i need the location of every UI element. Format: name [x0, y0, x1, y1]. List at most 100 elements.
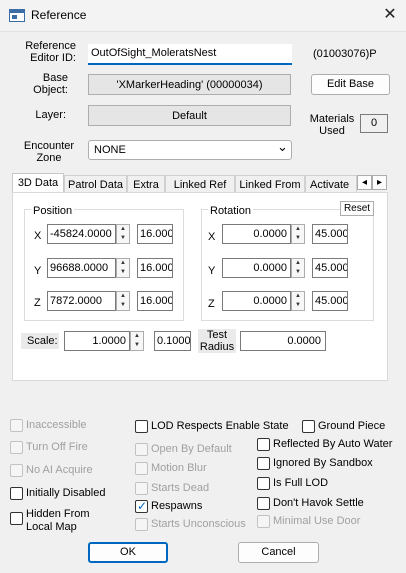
open-by-default-checkbox [135, 443, 148, 456]
position-y-spinner[interactable]: ▲ ▼ [116, 258, 130, 278]
initially-disabled-checkbox[interactable] [10, 487, 23, 500]
ground-piece-checkbox[interactable] [302, 420, 315, 433]
rotation-x-step[interactable]: 45.000 [312, 224, 348, 244]
tab-3d-data[interactable]: 3D Data [12, 173, 64, 193]
ok-button[interactable]: OK [88, 542, 168, 563]
no-ai-acquire-label: No AI Acquire [26, 464, 93, 476]
position-title: Position [31, 205, 75, 217]
starts-dead-checkbox [135, 482, 148, 495]
spin-up-icon: ▲ [120, 293, 126, 299]
initially-disabled-label[interactable]: Initially Disabled [26, 487, 105, 500]
cancel-button[interactable]: Cancel [238, 542, 319, 563]
position-z-spinner[interactable]: ▲ ▼ [116, 291, 130, 311]
tab-linked-from[interactable]: Linked From [235, 175, 305, 193]
spin-down-icon: ▼ [120, 302, 126, 308]
spin-up-icon: ▲ [134, 333, 140, 339]
motion-blur-label: Motion Blur [151, 462, 207, 474]
rotation-z-input[interactable]: 0.0000 [222, 291, 291, 311]
position-y-input[interactable]: 96688.0000 [47, 258, 116, 278]
hidden-from-local-map-checkbox[interactable] [10, 512, 23, 525]
encounter-zone-select[interactable]: NONE ⌄ [88, 139, 292, 160]
position-x-label: X [34, 230, 42, 242]
respawns-label[interactable]: Respawns [151, 500, 202, 513]
rotation-title: Rotation [208, 205, 253, 217]
rotation-z-step[interactable]: 45.000 [312, 291, 348, 311]
position-z-label: Z [34, 297, 41, 309]
motion-blur-checkbox [135, 462, 148, 475]
layer-field: Default [88, 105, 291, 126]
position-z-step[interactable]: 16.000 [137, 291, 173, 311]
lod-respects-enable-state-checkbox[interactable] [135, 420, 148, 433]
inaccessible-label: Inaccessible [26, 419, 87, 431]
form-id: (01003076)P [313, 48, 377, 60]
dont-havok-settle-checkbox[interactable] [257, 497, 270, 510]
scale-step[interactable]: 0.1000 [154, 331, 191, 351]
tab-scroll-left-icon[interactable]: ◂ [357, 175, 372, 190]
respawns-checkbox[interactable] [135, 499, 148, 513]
chevron-down-icon: ⌄ [277, 139, 288, 154]
close-icon[interactable]: ✕ [381, 6, 399, 24]
rotation-z-spinner[interactable]: ▲ ▼ [291, 291, 305, 311]
position-x-input[interactable]: -45824.0000 [47, 224, 116, 244]
ignored-by-sandbox-label[interactable]: Ignored By Sandbox [273, 457, 373, 470]
inaccessible-checkbox [10, 419, 23, 432]
rotation-y-label: Y [208, 265, 216, 277]
edit-base-button[interactable]: Edit Base [311, 74, 390, 95]
spin-down-icon: ▼ [295, 302, 301, 308]
starts-dead-label: Starts Dead [151, 482, 210, 494]
encounter-zone-value: NONE [94, 144, 126, 156]
scale-input[interactable]: 1.0000 [64, 331, 130, 351]
editor-id-label: Reference Editor ID: [25, 40, 76, 64]
hidden-from-local-map-label[interactable]: Hidden From Local Map [26, 508, 90, 534]
spin-up-icon: ▲ [120, 226, 126, 232]
tab-scroll-right-icon[interactable]: ▸ [372, 175, 387, 190]
rotation-x-label: X [208, 231, 216, 243]
tab-patrol-data[interactable]: Patrol Data [64, 175, 127, 193]
reflected-by-auto-water-checkbox[interactable] [257, 438, 270, 451]
minimal-use-door-label: Minimal Use Door [273, 515, 361, 527]
ground-piece-label[interactable]: Ground Piece [318, 420, 385, 433]
tab-extra[interactable]: Extra [127, 175, 165, 193]
title-bar: Reference ✕ [0, 0, 406, 32]
materials-used-value: 0 [360, 114, 388, 133]
no-ai-acquire-checkbox [10, 464, 23, 477]
minimal-use-door-checkbox [257, 515, 270, 528]
spin-up-icon: ▲ [120, 260, 126, 266]
rotation-reset-button[interactable]: Reset [340, 201, 374, 216]
is-full-lod-checkbox[interactable] [257, 477, 270, 490]
test-radius-input[interactable]: 0.0000 [240, 331, 326, 351]
turn-off-fire-checkbox [10, 441, 23, 454]
layer-label: Layer: [35, 109, 66, 121]
rotation-x-spinner[interactable]: ▲ ▼ [291, 224, 305, 244]
dont-havok-settle-label[interactable]: Don't Havok Settle [273, 497, 364, 510]
reflected-by-auto-water-label[interactable]: Reflected By Auto Water [273, 438, 392, 451]
rotation-y-input[interactable]: 0.0000 [222, 258, 291, 278]
position-x-step[interactable]: 16.000 [137, 224, 173, 244]
encounter-zone-label: Encounter Zone [23, 140, 75, 164]
position-y-step[interactable]: 16.000 [137, 258, 173, 278]
is-full-lod-label[interactable]: Is Full LOD [273, 477, 328, 490]
window-title: Reference [31, 8, 87, 22]
tab-activate-parents[interactable]: Activate P [305, 175, 357, 193]
rotation-z-label: Z [208, 298, 215, 310]
open-by-default-label: Open By Default [151, 443, 232, 455]
editor-id-input[interactable]: OutOfSight_MoleratsNest [88, 44, 292, 65]
rotation-y-step[interactable]: 45.000 [312, 258, 348, 278]
position-z-input[interactable]: 7872.0000 [47, 291, 116, 311]
rotation-y-spinner[interactable]: ▲ ▼ [291, 258, 305, 278]
ignored-by-sandbox-checkbox[interactable] [257, 457, 270, 470]
position-y-label: Y [34, 265, 42, 277]
starts-unconscious-checkbox [135, 518, 148, 531]
starts-unconscious-label: Starts Unconscious [151, 518, 246, 530]
lod-respects-enable-state-label[interactable]: LOD Respects Enable State [151, 420, 289, 433]
turn-off-fire-label: Turn Off Fire [26, 441, 88, 453]
spin-down-icon: ▼ [120, 235, 126, 241]
scale-label: Scale: [21, 333, 59, 349]
base-object-label: Base Object: [33, 72, 68, 96]
tab-linked-ref[interactable]: Linked Ref [165, 175, 235, 193]
scale-spinner[interactable]: ▲ ▼ [130, 331, 144, 351]
spin-down-icon: ▼ [120, 269, 126, 275]
test-radius-label: Test Radius [198, 329, 236, 353]
rotation-x-input[interactable]: 0.0000 [222, 224, 291, 244]
position-x-spinner[interactable]: ▲ ▼ [116, 224, 130, 244]
